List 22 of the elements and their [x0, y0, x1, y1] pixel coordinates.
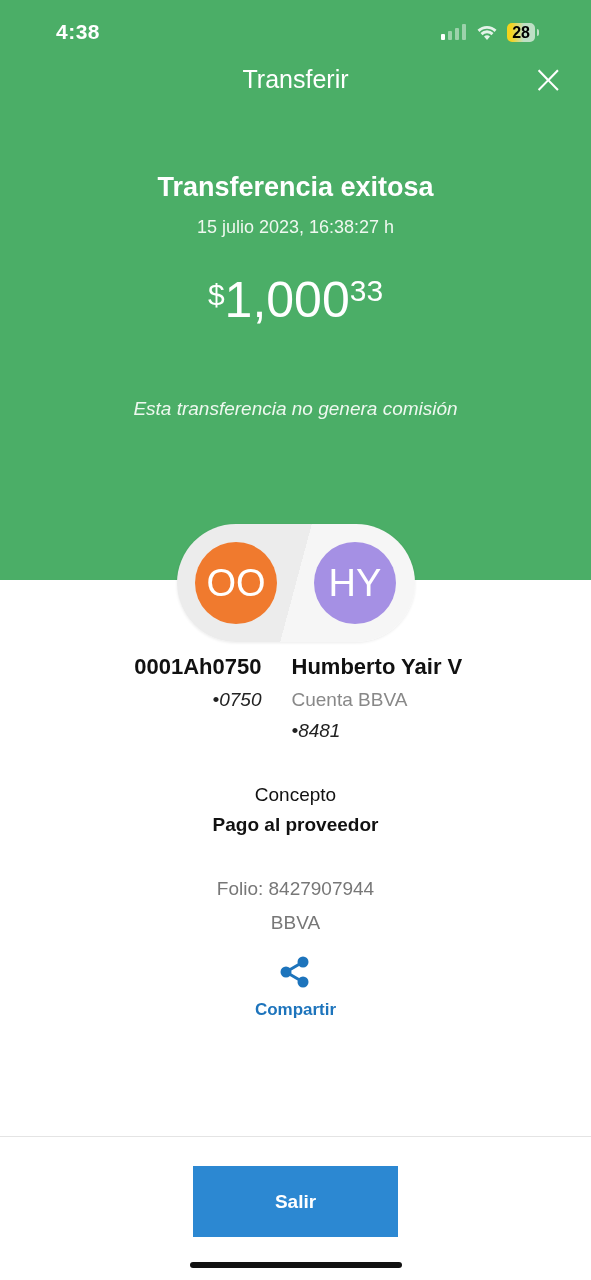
bank-name: Cuenta BBVA [291, 689, 408, 711]
wifi-icon [477, 24, 498, 40]
share-icon [280, 956, 311, 988]
status-time: 4:38 [56, 20, 101, 44]
account-number: •0750 [212, 689, 262, 711]
concept-value: Pago al proveedor [212, 814, 379, 836]
concept-label: Concepto [254, 784, 337, 806]
success-title: Transferencia exitosa [157, 172, 434, 203]
party-name: 0001Ah0750 [134, 654, 262, 680]
commission-note: Esta transferencia no genera comisión [133, 398, 458, 420]
account-number: •8481 [291, 720, 341, 742]
share-button[interactable]: Compartir [254, 956, 337, 1020]
avatar: HY [314, 542, 396, 624]
avatar: OO [195, 542, 277, 624]
exit-button[interactable]: Salir [193, 1166, 398, 1237]
transfer-date: 15 julio 2023, 16:38:27 h [196, 217, 395, 238]
party-name: Humberto Yair V [291, 654, 463, 680]
close-button[interactable]: × [531, 64, 565, 94]
screen-title: Transferir [242, 64, 349, 94]
folio-number: Folio: 8427907944 [216, 878, 375, 900]
signal-icon [441, 24, 468, 40]
bank-name: BBVA [270, 912, 321, 934]
